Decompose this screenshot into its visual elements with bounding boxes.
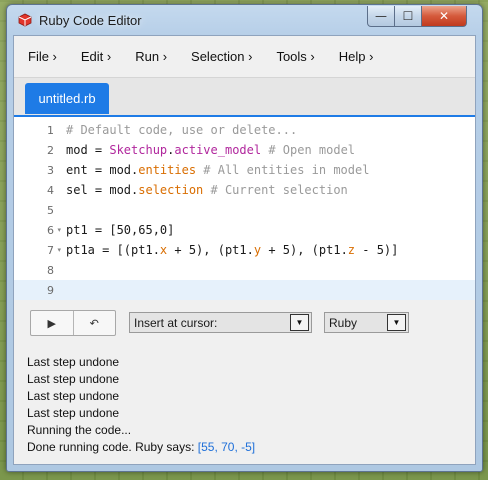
- chevron-down-icon: ▼: [387, 314, 406, 331]
- code-line[interactable]: 9: [14, 280, 475, 300]
- console-text: Done running code. Ruby says:: [27, 440, 198, 454]
- line-number: 5: [47, 203, 54, 217]
- code-token: # Current selection: [203, 183, 348, 197]
- run-button[interactable]: ▶: [31, 311, 74, 335]
- undo-button[interactable]: ↶: [74, 311, 116, 335]
- code-editor[interactable]: 1 # Default code, use or delete... 2 mod = …: [14, 115, 475, 302]
- console-text: Last step undone: [27, 372, 120, 386]
- code-token: + 5), (pt1.: [261, 243, 348, 257]
- code-token: mod =: [66, 143, 110, 157]
- maximize-icon: ☐: [402, 9, 414, 23]
- run-undo-group: ▶ ↶: [30, 310, 116, 336]
- sketchup-app-icon: [18, 13, 32, 27]
- minimize-button[interactable]: —: [367, 6, 395, 27]
- editor-toolbar: ▶ ↶ Insert at cursor: ▼ Ruby ▼: [14, 300, 475, 352]
- line-number: 4: [47, 183, 54, 197]
- close-icon: ✕: [438, 9, 450, 23]
- code-token: # Open model: [261, 143, 356, 157]
- menu-bar: File › Edit › Run › Selection › Tools › …: [14, 36, 475, 76]
- console-result: [55, 70, -5]: [197, 440, 256, 454]
- output-console: Last step undone Last step undone Last ste…: [14, 352, 475, 464]
- fold-marker-icon[interactable]: ▾: [57, 226, 61, 234]
- code-token: pt1a = [(pt1.: [66, 243, 160, 257]
- menu-run[interactable]: Run ›: [125, 49, 177, 64]
- window-title: Ruby Code Editor: [39, 13, 142, 28]
- code-token: y: [253, 243, 262, 257]
- code-token: selection: [138, 183, 204, 197]
- language-select[interactable]: Ruby ▼: [324, 312, 409, 333]
- console-line: Last step undone: [27, 372, 119, 386]
- menu-tools[interactable]: Tools ›: [266, 49, 324, 64]
- tab-strip: untitled.rb: [14, 77, 475, 116]
- code-line[interactable]: 2 mod = Sketchup.active_model # Open mode…: [14, 140, 475, 160]
- console-text: Last step undone: [27, 355, 120, 369]
- console-text: Last step undone: [27, 406, 120, 420]
- code-line[interactable]: 1 # Default code, use or delete...: [14, 120, 475, 140]
- code-line[interactable]: 6 ▾ pt1 = [50,65,0]: [14, 220, 475, 240]
- code-text: ent = mod.entities # All entities in mod…: [60, 163, 369, 177]
- console-line: Last step undone: [27, 389, 119, 403]
- console-line: Last step undone: [27, 406, 119, 420]
- menu-selection[interactable]: Selection ›: [181, 49, 262, 64]
- line-number: 3: [47, 163, 54, 177]
- console-text: Last step undone: [27, 389, 120, 403]
- code-token: entities: [138, 163, 197, 177]
- code-text: sel = mod.selection # Current selection: [60, 183, 348, 197]
- tab-untitled-rb[interactable]: untitled.rb: [25, 83, 109, 114]
- code-token: - 5)]: [355, 243, 399, 257]
- line-number: 2: [47, 143, 54, 157]
- code-token: sel = mod.: [66, 183, 139, 197]
- menu-help[interactable]: Help ›: [329, 49, 384, 64]
- code-line[interactable]: 3 ent = mod.entities # All entities in mo…: [14, 160, 475, 180]
- code-token: z: [347, 243, 356, 257]
- ruby-code-editor-window: Ruby Code Editor — ☐ ✕ File › Edit › Run…: [6, 4, 483, 472]
- play-icon: ▶: [47, 316, 56, 330]
- menu-edit[interactable]: Edit ›: [71, 49, 121, 64]
- console-line: Last step undone: [27, 355, 119, 369]
- code-token: Sketchup: [109, 143, 168, 157]
- language-select-value: Ruby: [329, 315, 358, 330]
- editor-client-area: File › Edit › Run › Selection › Tools › …: [13, 35, 476, 465]
- title-bar[interactable]: Ruby Code Editor — ☐ ✕: [7, 5, 482, 35]
- code-text: mod = Sketchup.active_model # Open model: [60, 143, 355, 157]
- code-line[interactable]: 7 ▾ pt1a = [(pt1.x + 5), (pt1.y + 5), (pt1…: [14, 240, 475, 260]
- line-number: 9: [47, 283, 54, 297]
- line-number: 1: [47, 123, 54, 137]
- console-line: Running the code...: [27, 423, 131, 437]
- line-number: 7 ▾: [47, 243, 61, 257]
- code-token: pt1 = [50,65,0]: [66, 223, 175, 237]
- line-number: 6 ▾: [47, 223, 61, 237]
- insert-at-cursor-select[interactable]: Insert at cursor: ▼: [129, 312, 312, 333]
- code-text: pt1 = [50,65,0]: [60, 223, 174, 237]
- chevron-down-icon: ▼: [290, 314, 309, 331]
- insert-select-value: Insert at cursor:: [134, 315, 218, 330]
- code-token: # Default code, use or delete...: [66, 123, 298, 137]
- code-line[interactable]: 4 sel = mod.selection # Current selection: [14, 180, 475, 200]
- code-token: active_model: [174, 143, 262, 157]
- code-text: # Default code, use or delete...: [60, 123, 297, 137]
- maximize-button[interactable]: ☐: [394, 6, 422, 27]
- code-token: ent = mod.: [66, 163, 139, 177]
- code-token: + 5), (pt1.: [167, 243, 254, 257]
- fold-marker-icon[interactable]: ▾: [57, 246, 61, 254]
- undo-icon: ↶: [89, 316, 99, 330]
- close-button[interactable]: ✕: [421, 6, 467, 27]
- console-text: Running the code...: [27, 423, 132, 437]
- code-line[interactable]: 8: [14, 260, 475, 280]
- minimize-icon: —: [375, 9, 387, 23]
- console-line: Done running code. Ruby says: [55, 70, -…: [27, 440, 255, 454]
- menu-file[interactable]: File ›: [14, 49, 67, 64]
- line-number: 8: [47, 263, 54, 277]
- code-token: # All entities in model: [196, 163, 370, 177]
- code-line[interactable]: 5: [14, 200, 475, 220]
- code-text: pt1a = [(pt1.x + 5), (pt1.y + 5), (pt1.z…: [60, 243, 398, 257]
